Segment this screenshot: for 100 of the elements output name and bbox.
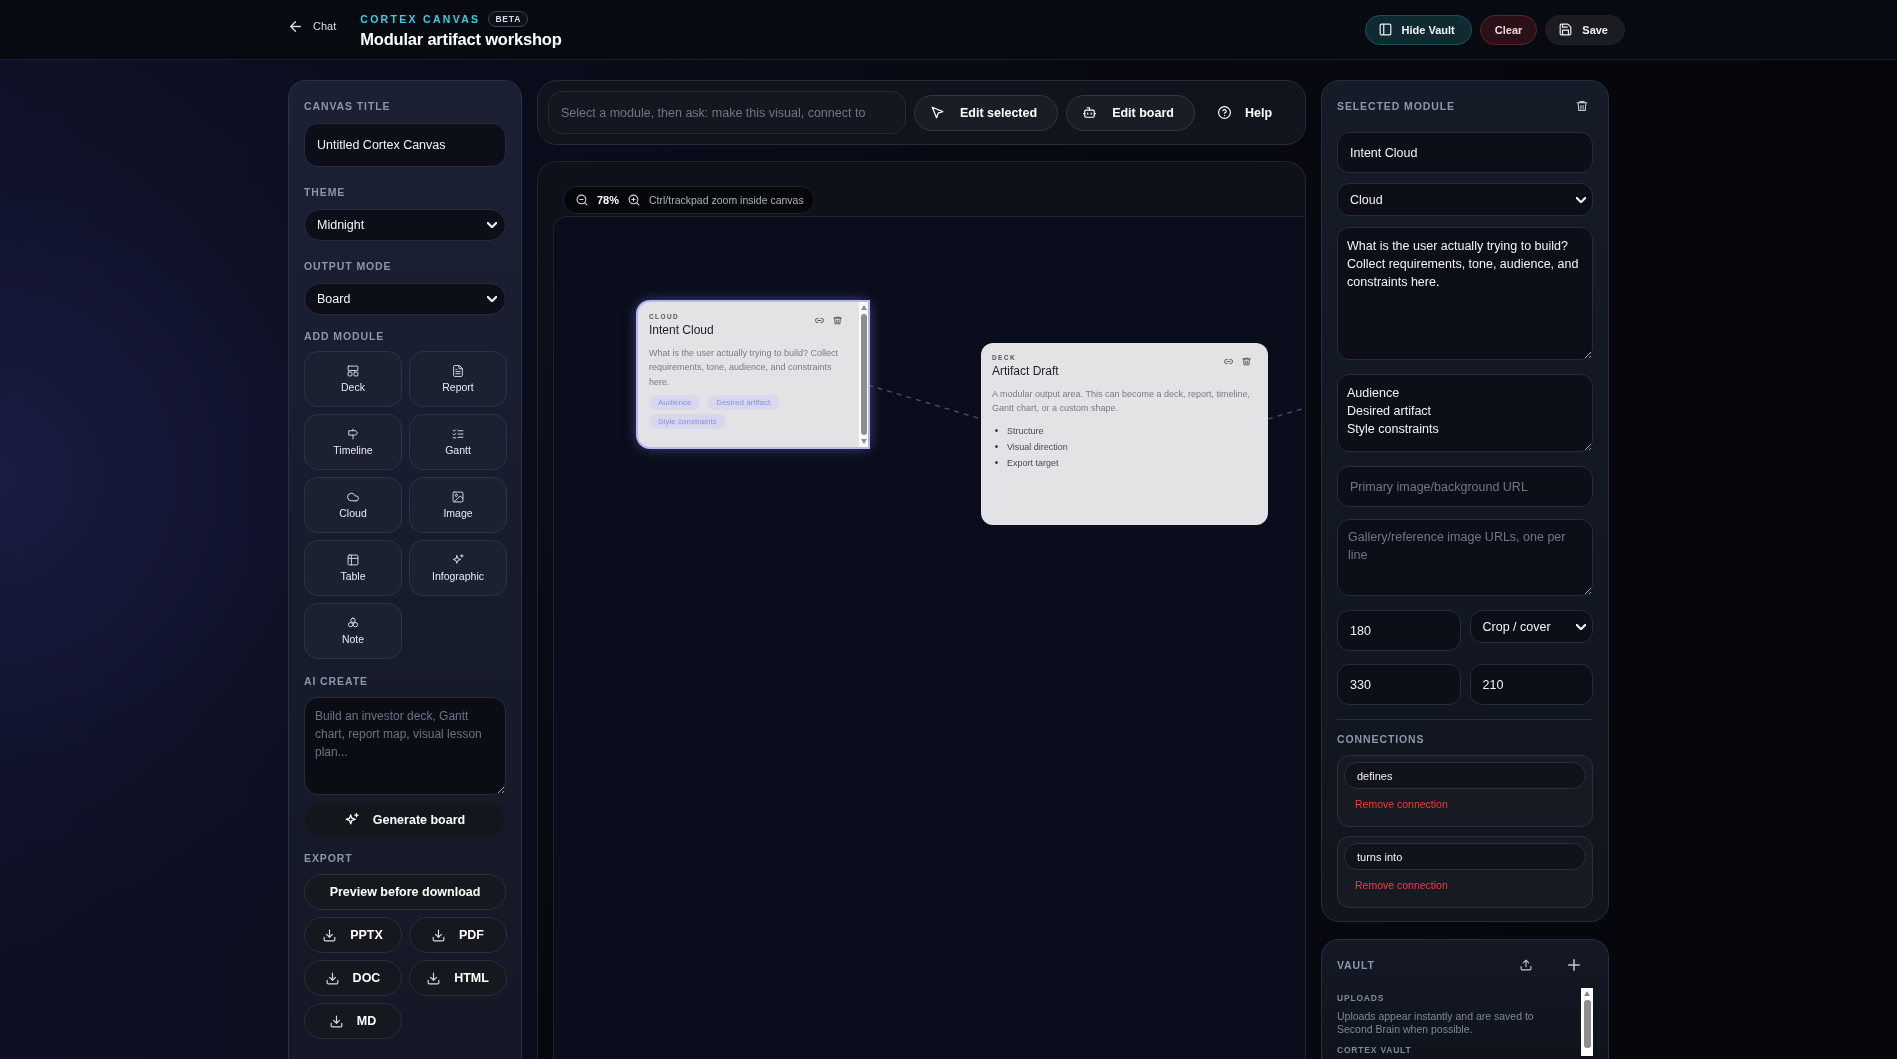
number-field[interactable]: 210 (1469, 664, 1593, 705)
save-button[interactable]: Save (1545, 14, 1625, 45)
connector-line (1267, 407, 1305, 420)
document-icon (452, 365, 464, 377)
remove-connection-link[interactable]: Remove connection (1355, 879, 1448, 891)
scroll-down-icon[interactable] (860, 439, 867, 444)
gallery-urls-field[interactable]: Gallery/reference image URLs, one per line (1337, 519, 1593, 596)
module-description: A modular output area. This can become a deck, report, timeline, Gantt chart, or a custom shape. (992, 388, 1251, 416)
add-module-button[interactable]: Note (304, 603, 402, 659)
bullet-text: Export target (1007, 456, 1059, 470)
add-module-button[interactable]: Table (304, 540, 402, 596)
description-field[interactable]: What is the user actually trying to build? Collect requirements, tone, audience, and constraints here. (1337, 227, 1593, 360)
section-label: OUTPUT MODE (304, 259, 393, 273)
number-field[interactable]: 330 (1337, 664, 1461, 705)
zoom-out-icon[interactable] (576, 194, 588, 206)
edit-selected-button[interactable]: Edit selected (914, 94, 1059, 131)
link-icon[interactable] (1224, 357, 1233, 366)
export-button[interactable]: PPTX (304, 917, 402, 953)
save-icon (1559, 23, 1573, 36)
tag-chip: Desired artifact (707, 395, 780, 411)
tags-field[interactable]: Audience Desired artifact Style constraints (1337, 374, 1593, 452)
robot-icon (1083, 106, 1097, 119)
sparkle-icon (344, 813, 359, 827)
bullet-icon (995, 461, 998, 465)
image-url-field[interactable]: Primary image/background URL (1337, 466, 1593, 507)
zoom-level: 78% (597, 194, 620, 206)
chevron-down-icon (487, 222, 497, 228)
signpost-icon (347, 428, 359, 440)
canvas-board[interactable] (553, 216, 1305, 1059)
chevron-down-icon (1576, 196, 1586, 203)
cloud-icon (347, 491, 359, 503)
chevron-down-icon (1576, 623, 1586, 630)
generate-board-button[interactable]: Generate board (304, 802, 506, 838)
add-module-button[interactable]: Report (409, 351, 507, 407)
section-label: THEME (304, 185, 347, 199)
plus-icon[interactable] (1568, 959, 1580, 971)
add-module-button[interactable]: Image (409, 477, 507, 533)
export-button[interactable]: HTML (409, 960, 507, 996)
module-title: Artifact Draft (992, 364, 1059, 378)
uploads-description: Uploads appear instantly and are saved to Second Brain when possible. (1337, 1010, 1535, 1036)
prompt-field[interactable]: Select a module, then ask: make this visual, connect to (548, 91, 906, 134)
section-label: CONNECTIONS (1337, 732, 1426, 746)
add-module-button[interactable]: Cloud (304, 477, 402, 533)
trash-icon[interactable] (833, 316, 842, 325)
page-title: Modular artifact workshop (360, 29, 562, 49)
section-label: ADD MODULE (304, 329, 386, 343)
three-circles-icon (347, 617, 359, 629)
add-module-button[interactable]: Gantt (409, 414, 507, 470)
ai-prompt-field[interactable]: Build an investor deck, Gantt chart, report map, visual lesson plan... (304, 697, 506, 795)
scroll-up-icon[interactable] (860, 305, 867, 310)
add-module-button[interactable]: Deck (304, 351, 402, 407)
zoom-in-icon[interactable] (628, 194, 641, 206)
section-label: VAULT (1337, 958, 1376, 972)
edit-board-button[interactable]: Edit board (1066, 94, 1195, 131)
uploads-label: UPLOADS (1337, 992, 1386, 1004)
chevron-down-icon (487, 296, 497, 302)
connection-label-field[interactable]: defines (1344, 762, 1586, 789)
scrollbar-track[interactable] (859, 302, 868, 447)
vault-toggle-button[interactable]: Hide Vault (1364, 14, 1472, 45)
export-button[interactable]: DOC (304, 960, 402, 996)
tag-chip: Audience (649, 395, 701, 411)
remove-connection-link[interactable]: Remove connection (1355, 798, 1448, 810)
sparkle-icon (452, 554, 464, 566)
bullet-text: Visual direction (1007, 440, 1068, 454)
export-button[interactable]: MD (304, 1003, 402, 1039)
theme-select[interactable]: Midnight (304, 209, 506, 241)
canvas-title-field[interactable]: Untitled Cortex Canvas (304, 123, 506, 167)
upload-icon[interactable] (1520, 959, 1532, 971)
cursor-icon (931, 106, 944, 119)
image-fit-select[interactable]: Crop / cover (1469, 610, 1593, 643)
module-type-select[interactable]: Cloud (1337, 183, 1593, 216)
zoom-hint: Ctrl/trackpad zoom inside canvas (649, 194, 804, 206)
help-button[interactable]: Help (1204, 94, 1286, 131)
scrollbar-thumb[interactable] (1583, 1000, 1591, 1048)
number-field[interactable]: 180 (1337, 610, 1461, 651)
help-icon (1217, 106, 1231, 119)
export-button[interactable]: PDF (409, 917, 507, 953)
trash-icon[interactable] (1242, 357, 1251, 366)
module-name-field[interactable]: Intent Cloud (1337, 132, 1593, 173)
download-icon (427, 971, 441, 985)
scrollbar-thumb[interactable] (860, 314, 867, 435)
module-title: Intent Cloud (649, 323, 714, 337)
download-icon (329, 1014, 343, 1028)
clear-button[interactable]: Clear (1479, 14, 1538, 45)
image-icon (452, 491, 464, 503)
sidebar-panel-icon (1378, 23, 1392, 36)
preview-button[interactable]: Preview before download (304, 874, 506, 910)
output-mode-select[interactable]: Board (304, 283, 506, 315)
layout-icon (347, 365, 359, 377)
connection-label-field[interactable]: turns into (1344, 843, 1586, 870)
back-arrow-icon (290, 20, 301, 32)
link-icon[interactable] (815, 316, 824, 325)
add-module-button[interactable]: Timeline (304, 414, 402, 470)
tag-chip: Style constraints (649, 414, 726, 430)
add-module-button[interactable]: Infographic (409, 540, 507, 596)
bullet-text: Structure (1007, 424, 1044, 438)
scrollbar-track[interactable] (1581, 988, 1593, 1056)
back-button[interactable]: Chat (288, 18, 339, 34)
section-label: EXPORT (304, 851, 354, 865)
section-label: CANVAS TITLE (304, 99, 392, 113)
